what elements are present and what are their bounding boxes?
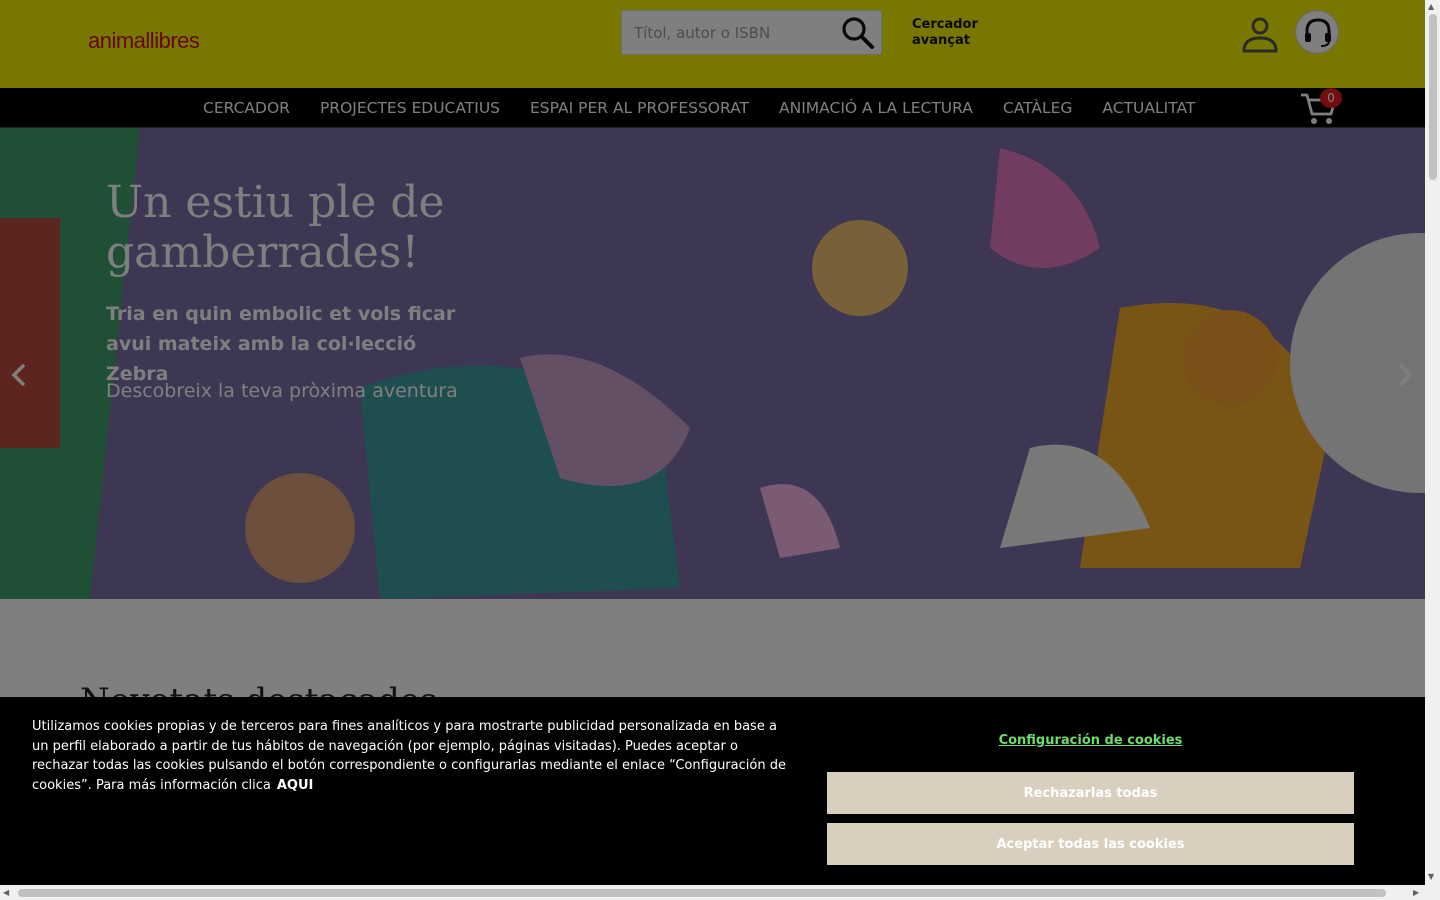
cookie-message: Utilizamos cookies propias y de terceros… — [32, 719, 786, 794]
accept-cookies-button[interactable]: Aceptar todas las cookies — [827, 823, 1354, 865]
scroll-up-icon[interactable]: ▲ — [1428, 2, 1434, 12]
scroll-left-icon[interactable]: ◀ — [3, 888, 9, 898]
vertical-scrollbar-thumb[interactable] — [1429, 14, 1437, 180]
cookie-banner: Utilizamos cookies propias y de terceros… — [0, 697, 1425, 885]
cookie-text: Utilizamos cookies propias y de terceros… — [32, 717, 792, 796]
horizontal-scrollbar-thumb[interactable] — [18, 889, 1386, 897]
cookie-config-link[interactable]: Configuración de cookies — [827, 733, 1354, 748]
reject-cookies-button[interactable]: Rechazarlas todas — [827, 772, 1354, 814]
scroll-right-icon[interactable]: ▶ — [1413, 888, 1419, 898]
scroll-down-icon[interactable]: ▼ — [1428, 872, 1434, 882]
cookie-more-info-link[interactable]: AQUI — [277, 778, 314, 793]
